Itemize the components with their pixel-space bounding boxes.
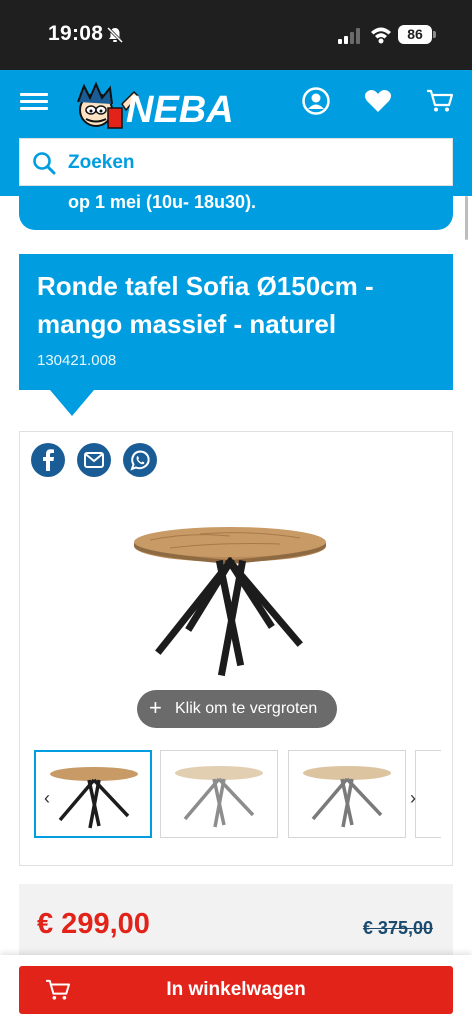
product-sku: 130421.008 <box>37 352 117 369</box>
facebook-icon <box>43 449 54 471</box>
thumbnail-image <box>303 766 391 828</box>
product-gallery: + Klik om te vergroten ‹ › <box>19 431 453 866</box>
search-placeholder: Zoeken <box>68 152 135 173</box>
cart-icon[interactable] <box>426 89 454 113</box>
add-to-cart-label: In winkelwagen <box>166 979 306 1000</box>
thumbnail-image <box>175 766 263 828</box>
old-price: € 375,00 <box>362 918 433 938</box>
status-time: 19:08 <box>48 22 104 45</box>
neba-logo[interactable]: NEBA <box>64 80 274 130</box>
plus-icon: + <box>149 695 162 720</box>
share-facebook-button[interactable] <box>31 443 65 477</box>
status-bar: 19:08 86 <box>0 0 472 70</box>
search-icon[interactable] <box>32 151 56 175</box>
battery-indicator: 86 <box>398 25 432 44</box>
logo-wordmark: NEBA <box>126 89 234 130</box>
sticky-bottom-bar: In winkelwagen <box>0 955 472 1024</box>
add-to-cart-button[interactable]: In winkelwagen <box>19 966 453 1014</box>
heart-icon[interactable] <box>364 89 392 113</box>
account-icon[interactable] <box>302 87 330 115</box>
current-price: € 299,00 <box>37 908 150 940</box>
mail-icon <box>84 452 104 468</box>
product-title: Ronde tafel Sofia Ø150cm - mango massief… <box>37 271 374 339</box>
whatsapp-icon <box>130 450 150 471</box>
gallery-prev-arrow[interactable]: ‹ <box>44 788 50 809</box>
gallery-next-arrow[interactable]: › <box>410 788 416 809</box>
promo-banner: op 1 mei (10u- 18u30). <box>19 186 453 230</box>
price-box: € 299,00 € 375,00 <box>19 884 453 964</box>
battery-tip <box>433 31 436 38</box>
thumbnail-1[interactable] <box>34 750 152 838</box>
product-image[interactable] <box>130 522 330 682</box>
wifi-icon <box>371 27 391 44</box>
thumbnail-3[interactable] <box>288 750 406 838</box>
thumbnail-image <box>50 767 138 829</box>
hamburger-menu-icon[interactable] <box>20 93 48 111</box>
zoom-label: Klik om te vergroten <box>175 700 318 717</box>
signal-icon <box>338 28 360 44</box>
bell-muted-icon <box>106 26 124 44</box>
thumbnail-4-partial[interactable] <box>415 750 441 838</box>
scrollbar[interactable] <box>465 196 468 240</box>
product-header: Ronde tafel Sofia Ø150cm - mango massief… <box>19 254 453 416</box>
zoom-button[interactable]: + Klik om te vergroten <box>137 690 337 728</box>
share-mail-button[interactable] <box>77 443 111 477</box>
promo-text: op 1 mei (10u- 18u30). <box>68 192 257 212</box>
search-input[interactable]: Zoeken <box>19 138 453 186</box>
thumbnail-2[interactable] <box>160 750 278 838</box>
share-whatsapp-button[interactable] <box>123 443 157 477</box>
